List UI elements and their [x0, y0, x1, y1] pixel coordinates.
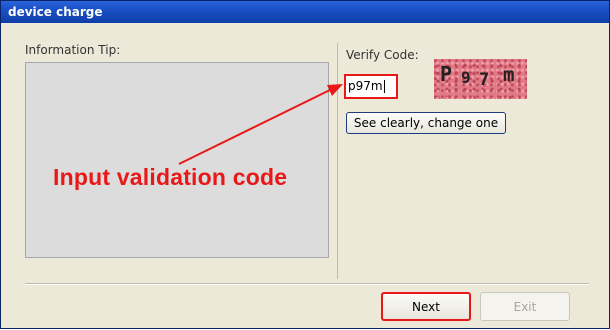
- annotation-text: Input validation code: [53, 164, 288, 190]
- next-button[interactable]: Next: [381, 292, 471, 321]
- arrow-head: [327, 84, 343, 96]
- arrow-line: [178, 88, 333, 165]
- exit-button[interactable]: Exit: [480, 292, 570, 321]
- dialog-window: device charge Information Tip: Verify Co…: [0, 0, 610, 329]
- horizontal-divider: [25, 283, 589, 285]
